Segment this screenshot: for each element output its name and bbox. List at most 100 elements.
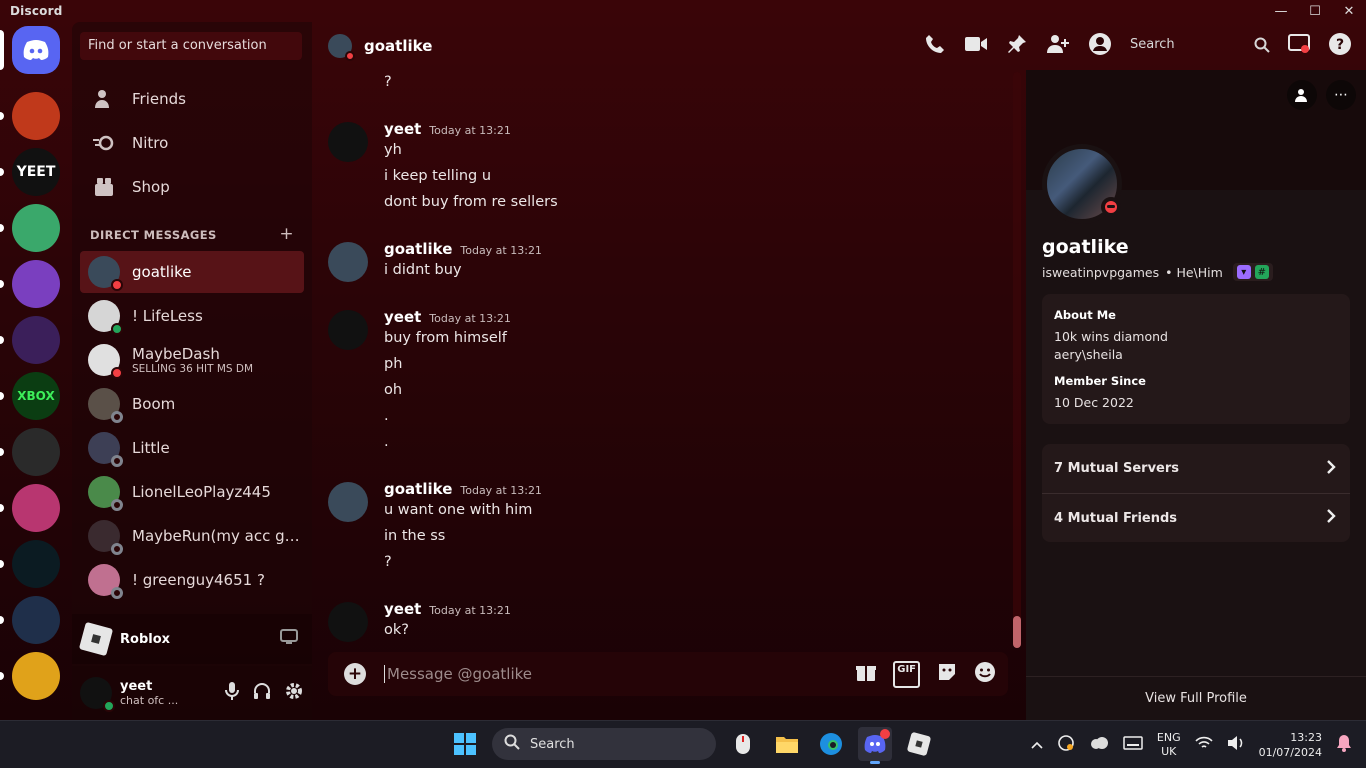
file-explorer-icon[interactable]	[770, 727, 804, 761]
message-input[interactable]: Message @goatlike	[384, 665, 532, 683]
message-avatar[interactable]	[328, 482, 368, 522]
server-unread-pill	[0, 224, 4, 232]
discord-taskbar-icon[interactable]	[858, 727, 892, 764]
sync-icon[interactable]	[1057, 734, 1075, 756]
headphones-icon[interactable]	[252, 681, 272, 706]
dm-item[interactable]: MaybeRun(my acc got...	[80, 515, 304, 557]
discord-home-button[interactable]	[12, 26, 60, 74]
add-friend-icon[interactable]	[1287, 80, 1317, 110]
emoji-icon[interactable]	[974, 661, 996, 688]
avatar	[88, 388, 123, 423]
view-full-profile-button[interactable]: View Full Profile	[1026, 676, 1366, 720]
dm-item[interactable]: ! LifeLess	[80, 295, 304, 337]
nitro-badge-icon[interactable]: ▾	[1236, 265, 1251, 279]
server-icon[interactable]	[12, 92, 60, 140]
profile-username[interactable]: isweatinpvpgames	[1042, 265, 1159, 280]
pin-icon[interactable]	[1006, 33, 1028, 60]
chat-search-input[interactable]: Search	[1130, 34, 1270, 58]
profile-display-name: goatlike	[1042, 236, 1129, 258]
close-button[interactable]: ✕	[1332, 0, 1366, 22]
nav-nitro[interactable]: Nitro	[80, 122, 304, 164]
inbox-icon[interactable]	[1288, 33, 1310, 59]
profile-avatar[interactable]	[1042, 144, 1122, 224]
dm-item[interactable]: goatlike	[80, 251, 304, 293]
taskbar-search[interactable]: Search	[492, 728, 716, 760]
mutual-friends-row[interactable]: 4 Mutual Friends	[1042, 493, 1350, 542]
server-icon[interactable]: YEET	[12, 148, 60, 196]
mutual-servers-row[interactable]: 7 Mutual Servers	[1042, 444, 1350, 493]
server-icon[interactable]	[12, 428, 60, 476]
mouse-app-icon[interactable]	[726, 727, 760, 761]
maximize-button[interactable]: ☐	[1298, 0, 1332, 22]
user-profile-icon[interactable]	[1088, 32, 1112, 61]
server-icon[interactable]	[12, 652, 60, 700]
message-author[interactable]: yeet	[384, 120, 421, 138]
server-label: XBOX	[17, 389, 55, 403]
message-author[interactable]: yeet	[384, 600, 421, 618]
server-icon[interactable]	[12, 316, 60, 364]
microphone-icon[interactable]	[224, 681, 240, 706]
minimize-button[interactable]: —	[1264, 0, 1298, 22]
chevron-up-icon[interactable]	[1031, 738, 1043, 753]
message-avatar[interactable]	[328, 242, 368, 282]
language-indicator[interactable]: ENG UK	[1157, 731, 1181, 759]
dm-name: ! LifeLess	[132, 307, 203, 325]
keyboard-icon[interactable]	[1123, 736, 1143, 754]
video-call-icon[interactable]	[964, 34, 988, 58]
message-avatar[interactable]	[328, 310, 368, 350]
gift-icon[interactable]	[855, 661, 877, 688]
stream-game-icon[interactable]	[280, 629, 298, 649]
volume-icon[interactable]	[1227, 735, 1245, 755]
server-icon[interactable]	[12, 260, 60, 308]
activity-panel[interactable]: Roblox	[72, 614, 312, 664]
server-icon[interactable]	[12, 204, 60, 252]
dm-item[interactable]: Little	[80, 427, 304, 469]
search-input[interactable]: Find or start a conversation	[80, 32, 302, 60]
add-dm-button[interactable]: +	[279, 224, 294, 244]
message-composer[interactable]: + Message @goatlike GIF	[328, 652, 1008, 696]
sticker-icon[interactable]	[936, 661, 958, 688]
settings-gear-icon[interactable]	[284, 681, 304, 706]
cloud-weather-icon[interactable]	[1089, 735, 1109, 755]
about-line: aery\sheila	[1054, 347, 1123, 362]
message-author[interactable]: goatlike	[384, 240, 452, 258]
server-icon[interactable]: XBOX	[12, 372, 60, 420]
activity-name: Roblox	[120, 631, 171, 647]
windows-start-icon[interactable]	[448, 727, 482, 761]
server-icon[interactable]	[12, 484, 60, 532]
more-options-icon[interactable]: ⋯	[1326, 80, 1356, 110]
wifi-icon[interactable]	[1195, 736, 1213, 754]
message-avatar[interactable]	[328, 122, 368, 162]
message-list: ? yeet Today at 13:21 yh i keep telling u don…	[312, 70, 1012, 650]
clock[interactable]: 13:23 01/07/2024	[1259, 730, 1322, 760]
roblox-taskbar-icon[interactable]	[902, 727, 936, 761]
message-avatar[interactable]	[328, 602, 368, 642]
server-icon[interactable]	[12, 596, 60, 644]
status-indicator	[111, 323, 123, 335]
hashtag-badge-icon[interactable]: #	[1254, 265, 1269, 279]
attach-plus-icon[interactable]: +	[344, 663, 366, 685]
dm-item[interactable]: Boom	[80, 383, 304, 425]
message-author[interactable]: yeet	[384, 308, 421, 326]
chat-scrollbar[interactable]	[1013, 72, 1021, 648]
message-author[interactable]: goatlike	[384, 480, 452, 498]
scroll-thumb[interactable]	[1013, 616, 1021, 648]
help-icon[interactable]: ?	[1328, 32, 1352, 61]
dm-item[interactable]: MaybeDash SELLING 36 HIT MS DM	[80, 339, 304, 381]
mutual-friends-label: 4 Mutual Friends	[1054, 510, 1178, 526]
message-timestamp: Today at 13:21	[460, 484, 542, 497]
server-icon[interactable]	[12, 540, 60, 588]
avatar[interactable]	[80, 677, 115, 712]
voice-call-icon[interactable]	[924, 33, 946, 60]
nav-shop[interactable]: Shop	[80, 166, 304, 208]
dm-item[interactable]: ! greenguy4651 ?	[80, 559, 304, 601]
gif-icon[interactable]: GIF	[893, 660, 920, 688]
add-friends-to-dm-icon[interactable]	[1046, 33, 1070, 60]
dm-item[interactable]: LionelLeoPlayz445	[80, 471, 304, 513]
nav-friends[interactable]: Friends	[80, 78, 304, 120]
edge-browser-icon[interactable]	[814, 727, 848, 761]
notification-bell-icon[interactable]	[1336, 734, 1352, 756]
dm-name: ! greenguy4651 ?	[132, 571, 265, 589]
mutual-servers-label: 7 Mutual Servers	[1054, 461, 1180, 476]
server-unread-pill	[0, 280, 4, 288]
